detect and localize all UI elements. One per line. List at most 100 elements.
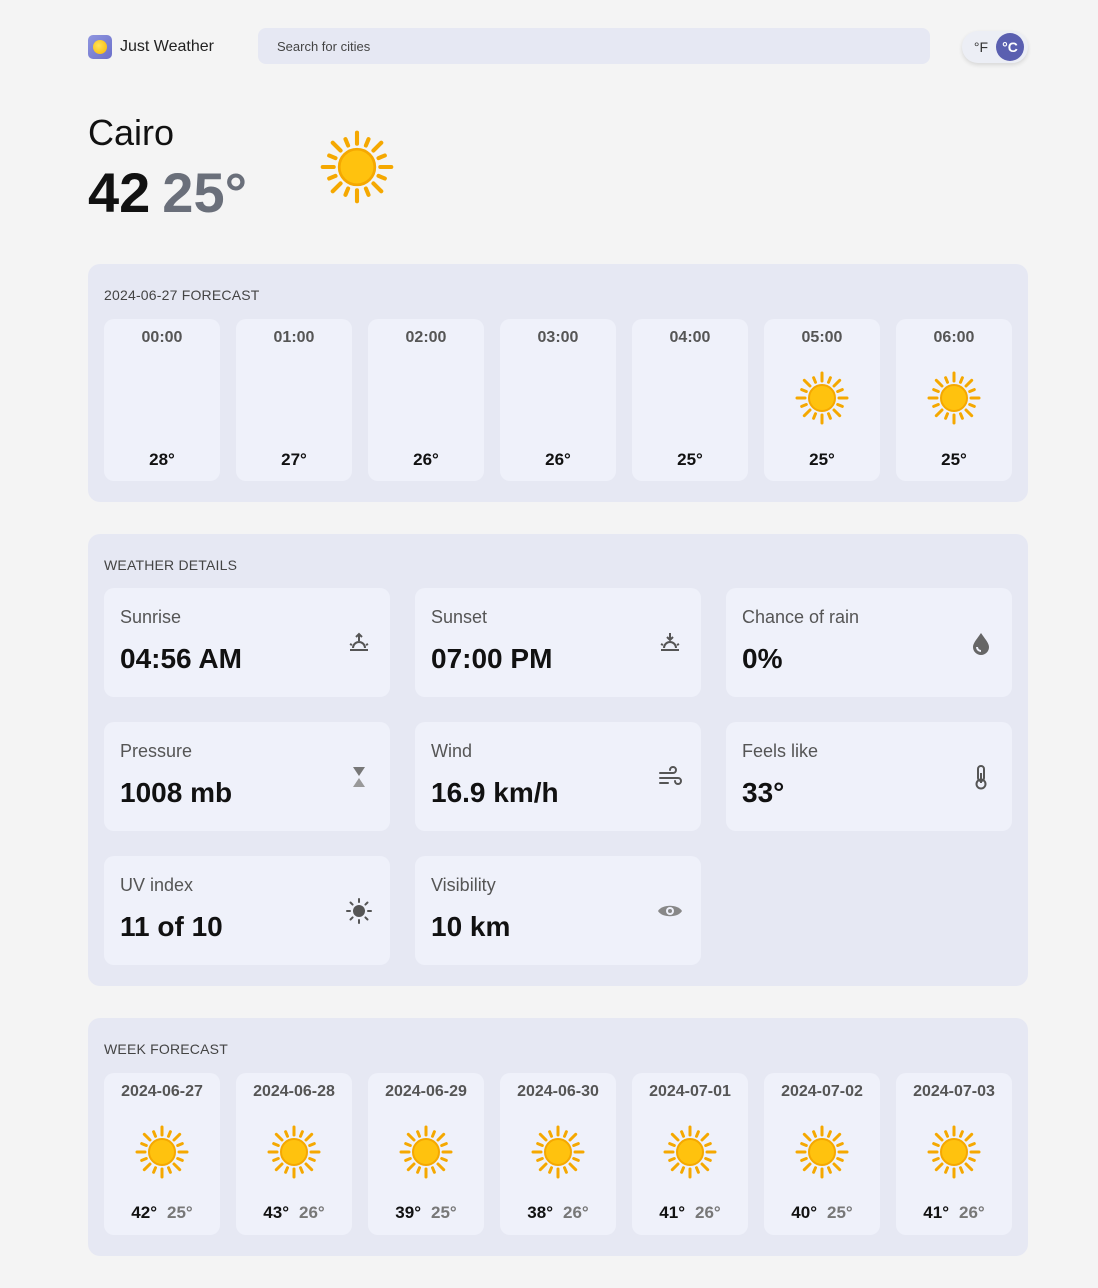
day-temperatures: 43° 26° [236,1203,352,1223]
day-temp-low: 25° [827,1203,853,1222]
day-forecast-card[interactable]: 2024-06-30 38° 26° [500,1073,616,1235]
day-temp-low: 26° [959,1203,985,1222]
unit-celsius-option[interactable]: °C [996,33,1024,61]
day-forecast-card[interactable]: 2024-07-01 41° 26° [632,1073,748,1235]
detail-value: 0% [742,643,783,674]
detail-card-pressure: Pressure 1008 mb [104,722,390,831]
hour-time: 04:00 [669,329,711,346]
app-logo[interactable]: Just Weather [88,35,214,59]
hour-time: 00:00 [141,329,183,346]
current-temp-high: 42 [88,161,151,224]
hourly-forecast-card: 01:00 27° [236,319,352,481]
pressure-icon [353,767,365,787]
water-drop-icon [973,633,989,655]
detail-card-sunset: Sunset 07:00 PM [415,588,701,697]
logo-icon [88,35,112,59]
hour-temperature: 26° [545,450,571,469]
detail-value: 1008 mb [120,777,233,808]
day-temperatures: 42° 25° [104,1203,220,1223]
unit-fahrenheit-option[interactable]: °F [962,39,996,55]
day-temperatures: 39° 25° [368,1203,484,1223]
detail-label: Sunset [431,607,488,627]
detail-value: 10 km [431,911,511,942]
weather-details-title: WEATHER DETAILS [104,557,238,573]
unit-toggle[interactable]: °F °C [962,31,1028,63]
day-forecast-card[interactable]: 2024-06-27 42° 25° [104,1073,220,1235]
detail-card-visibility: Visibility 10 km [415,856,701,965]
sun-icon [267,1125,321,1179]
day-temp-low: 25° [167,1203,193,1222]
detail-value: 16.9 km/h [431,777,559,808]
day-date: 2024-06-28 [253,1083,335,1100]
thermometer-icon [975,765,987,790]
hour-temperature: 26° [413,450,439,469]
hourly-forecast-card: 05:00 25° [764,319,880,481]
day-temp-low: 26° [695,1203,721,1222]
detail-card-feels-like: Feels like 33° [726,722,1012,831]
city-search-input[interactable] [258,28,930,64]
eye-icon [658,905,682,917]
sun-icon [795,371,849,425]
week-forecast-panel: WEEK FORECAST 2024-06-27 42° 25° 2024-06-28… [88,1018,1028,1256]
hourly-forecast-title: 2024-06-27 FORECAST [104,287,260,303]
detail-value: 07:00 PM [431,643,553,674]
detail-label: Sunrise [120,607,182,627]
sun-icon [927,1125,981,1179]
hour-temperature: 27° [281,450,307,469]
detail-label: UV index [120,875,194,895]
city-name: Cairo [88,112,175,153]
day-date: 2024-07-01 [649,1083,731,1100]
moon-icon [417,383,435,414]
detail-label: Feels like [742,741,819,761]
day-date: 2024-06-30 [517,1083,599,1100]
uv-sun-icon [346,898,372,924]
current-temp-low: 25° [162,161,247,224]
day-temperatures: 40° 25° [764,1203,880,1223]
day-date: 2024-06-29 [385,1083,467,1100]
day-temp-high: 41° [923,1203,949,1222]
moon-icon [549,383,567,414]
day-temp-high: 42° [131,1203,157,1222]
detail-card-wind: Wind 16.9 km/h [415,722,701,831]
current-temperature: 42 25° [88,160,247,225]
day-temperatures: 38° 26° [500,1203,616,1223]
sun-icon [927,371,981,425]
day-temp-low: 26° [563,1203,589,1222]
hourly-forecast-card: 03:00 26° [500,319,616,481]
hour-time: 05:00 [801,329,843,346]
day-temp-high: 39° [395,1203,421,1222]
hour-time: 03:00 [537,329,579,346]
day-forecast-card[interactable]: 2024-07-02 40° 25° [764,1073,880,1235]
hour-temperature: 28° [149,450,175,469]
hourly-forecast-card: 00:00 28° [104,319,220,481]
moon-icon [153,383,171,414]
hourly-forecast-panel: 2024-06-27 FORECAST 00:00 28° 01:00 27° 02:0… [88,264,1028,502]
hour-temperature: 25° [809,450,835,469]
sun-icon [663,1125,717,1179]
app-header: Just Weather °F °C [88,28,1028,64]
hour-temperature: 25° [941,450,967,469]
day-temperatures: 41° 26° [632,1203,748,1223]
day-forecast-card[interactable]: 2024-06-29 39° 25° [368,1073,484,1235]
detail-card-uv-index: UV index 11 of 10 [104,856,390,965]
day-date: 2024-06-27 [121,1083,203,1100]
day-date: 2024-07-02 [781,1083,863,1100]
day-temperatures: 41° 26° [896,1203,1012,1223]
day-temp-high: 41° [659,1203,685,1222]
week-forecast-title: WEEK FORECAST [104,1041,228,1057]
detail-card-chance-of-rain: Chance of rain 0% [726,588,1012,697]
sun-icon [795,1125,849,1179]
sun-icon [320,130,394,204]
detail-value: 04:56 AM [120,643,242,674]
sunset-icon [660,633,680,651]
hour-time: 02:00 [405,329,447,346]
detail-label: Pressure [120,741,193,761]
day-forecast-card[interactable]: 2024-07-03 41° 26° [896,1073,1012,1235]
day-forecast-card[interactable]: 2024-06-28 43° 26° [236,1073,352,1235]
detail-label: Chance of rain [742,607,860,627]
app-name: Just Weather [120,38,214,55]
sun-icon [135,1125,189,1179]
detail-label: Visibility [431,875,496,895]
day-temp-high: 40° [791,1203,817,1222]
moon-icon [681,383,699,414]
